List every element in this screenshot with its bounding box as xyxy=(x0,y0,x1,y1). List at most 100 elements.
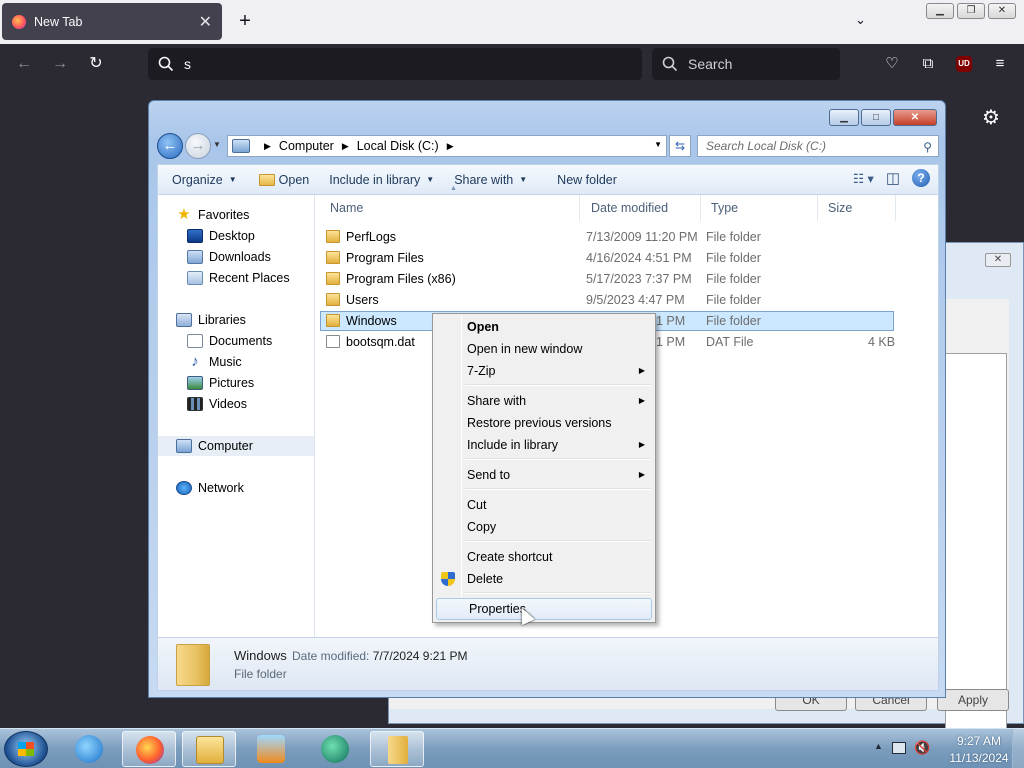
explorer-minimize-button[interactable]: ▁ xyxy=(829,109,859,126)
ublock-icon[interactable]: UD xyxy=(954,54,974,74)
volume-muted-icon[interactable]: 🔇 xyxy=(914,740,930,756)
reload-icon[interactable]: ↻ xyxy=(86,54,106,74)
column-header-size[interactable]: Size xyxy=(818,195,896,221)
menu-item-share-with[interactable]: Share with ▶ xyxy=(435,390,653,412)
menu-item-properties[interactable]: Properties xyxy=(436,598,652,620)
nav-videos[interactable]: Videos xyxy=(187,394,247,414)
extensions-icon[interactable]: ⧉ xyxy=(918,54,938,74)
include-in-library-button[interactable]: Include in library ▼ xyxy=(329,173,434,187)
list-all-tabs-icon[interactable]: ⌄ xyxy=(855,12,866,28)
tab-new-tab[interactable]: New Tab ✕ xyxy=(2,3,222,40)
nav-libraries[interactable]: Libraries xyxy=(176,310,246,330)
nav-pictures[interactable]: Pictures xyxy=(187,373,254,393)
pictures-icon xyxy=(187,376,203,390)
chevron-right-icon[interactable]: ▶ xyxy=(447,141,454,152)
nav-favorites[interactable]: ★ Favorites xyxy=(176,205,249,225)
menu-item-open[interactable]: Open xyxy=(435,316,653,338)
breadcrumb-computer[interactable]: Computer xyxy=(279,139,334,153)
open-button[interactable]: Open xyxy=(258,173,309,187)
file-row[interactable]: Users 9/5/2023 4:47 PM File folder xyxy=(320,290,894,310)
search-bar[interactable]: Search xyxy=(652,48,840,80)
back-button[interactable]: ← xyxy=(157,133,183,159)
file-row[interactable]: Program Files (x86) 5/17/2023 7:37 PM Fi… xyxy=(320,269,894,289)
file-name: Program Files (x86) xyxy=(346,272,456,286)
column-header-date-modified[interactable]: Date modified xyxy=(581,195,701,221)
new-tab-button[interactable]: + xyxy=(234,10,256,32)
show-desktop-button[interactable] xyxy=(1012,729,1024,768)
explorer-maximize-button[interactable]: □ xyxy=(861,109,891,126)
recent-pages-dropdown-icon[interactable]: ▼ xyxy=(213,140,221,149)
network-status-icon[interactable] xyxy=(892,742,906,754)
column-header-type[interactable]: Type xyxy=(701,195,818,221)
forward-arrow-icon[interactable]: → xyxy=(50,54,70,74)
menu-item-delete[interactable]: Delete xyxy=(435,568,653,590)
close-button[interactable]: ✕ xyxy=(988,3,1016,19)
menu-item-include-in-library[interactable]: Include in library ▶ xyxy=(435,434,653,456)
show-hidden-icons-icon[interactable]: ▲ xyxy=(874,741,883,751)
taskbar-firefox[interactable] xyxy=(122,731,176,767)
nav-desktop[interactable]: Desktop xyxy=(187,226,255,246)
file-row[interactable]: Program Files 4/16/2024 4:51 PM File fol… xyxy=(320,248,894,268)
address-bar[interactable]: ▶ Computer ▶ Local Disk (C:) ▶ ▼ xyxy=(227,135,667,157)
view-options-icon[interactable]: ☷ ▾ xyxy=(853,171,874,186)
url-bar[interactable]: s xyxy=(148,48,642,80)
nav-desktop-label: Desktop xyxy=(209,229,255,243)
firefox-icon xyxy=(136,736,164,764)
menu-item-send-to[interactable]: Send to ▶ xyxy=(435,464,653,486)
menu-item-7zip[interactable]: 7-Zip ▶ xyxy=(435,360,653,382)
menu-item-create-shortcut[interactable]: Create shortcut xyxy=(435,546,653,568)
clock-date[interactable]: 11/13/2024 xyxy=(948,751,1010,765)
menu-item-copy[interactable]: Copy xyxy=(435,516,653,538)
nav-downloads[interactable]: Downloads xyxy=(187,247,271,267)
search-icon[interactable]: ⚲ xyxy=(923,137,932,157)
chevron-right-icon[interactable]: ▶ xyxy=(264,141,271,152)
preview-pane-icon[interactable]: ◫ xyxy=(886,169,900,187)
taskbar-media-player[interactable] xyxy=(244,731,298,767)
file-row[interactable]: PerfLogs 7/13/2009 11:20 PM File folder xyxy=(320,227,894,247)
taskbar-folder-window[interactable] xyxy=(370,731,424,767)
minimize-button[interactable]: ▁ xyxy=(926,3,954,19)
explorer-close-button[interactable]: ✕ xyxy=(893,109,937,126)
menu-item-open-new-window[interactable]: Open in new window xyxy=(435,338,653,360)
dialog-close-button[interactable]: ✕ xyxy=(985,253,1011,267)
tab-close-icon[interactable]: ✕ xyxy=(199,12,212,32)
column-header-name[interactable]: Name xyxy=(320,195,580,221)
music-icon: ♪ xyxy=(191,353,199,370)
start-button[interactable] xyxy=(4,731,48,767)
help-icon[interactable]: ? xyxy=(912,169,930,187)
nav-network[interactable]: Network xyxy=(176,478,244,498)
file-type: File folder xyxy=(706,272,761,286)
organize-button[interactable]: Organize ▼ xyxy=(172,173,237,187)
menu-item-cut[interactable]: Cut xyxy=(435,494,653,516)
address-dropdown-icon[interactable]: ▼ xyxy=(654,140,662,149)
taskbar-internet-explorer[interactable] xyxy=(62,731,116,767)
chevron-right-icon[interactable]: ▶ xyxy=(342,141,349,152)
clock-time[interactable]: 9:27 AM xyxy=(948,734,1010,748)
nav-music[interactable]: ♪ Music xyxy=(187,352,241,372)
refresh-icon[interactable]: ⇆ xyxy=(669,135,691,157)
taskbar-app[interactable] xyxy=(308,731,362,767)
taskbar-file-explorer[interactable] xyxy=(182,731,236,767)
submenu-arrow-icon: ▶ xyxy=(638,366,645,375)
share-with-button[interactable]: Share with ▼ xyxy=(454,173,527,187)
restore-button[interactable]: ❐ xyxy=(957,3,985,19)
folder-icon xyxy=(326,314,340,327)
gear-icon[interactable]: ⚙ xyxy=(982,105,1000,130)
back-arrow-icon[interactable]: ← xyxy=(14,54,34,74)
nav-computer[interactable]: Computer xyxy=(158,436,314,456)
menu-item-restore-previous-versions[interactable]: Restore previous versions xyxy=(435,412,653,434)
forward-button[interactable]: → xyxy=(185,133,211,159)
apply-button[interactable]: Apply xyxy=(937,689,1009,711)
libraries-icon xyxy=(176,313,192,327)
breadcrumb-local-disk[interactable]: Local Disk (C:) xyxy=(357,139,439,153)
explorer-search-input[interactable]: Search Local Disk (C:) ⚲ xyxy=(697,135,939,157)
new-folder-button[interactable]: New folder xyxy=(557,173,617,187)
sort-ascending-icon: ▲ xyxy=(450,185,457,192)
menu-icon[interactable]: ≡ xyxy=(990,54,1010,74)
nav-documents[interactable]: Documents xyxy=(187,331,272,351)
videos-icon xyxy=(187,397,203,411)
nav-recent-places[interactable]: Recent Places xyxy=(187,268,290,288)
nav-downloads-label: Downloads xyxy=(209,250,271,264)
pocket-icon[interactable]: ♡ xyxy=(882,54,902,74)
folder-icon xyxy=(326,251,340,264)
